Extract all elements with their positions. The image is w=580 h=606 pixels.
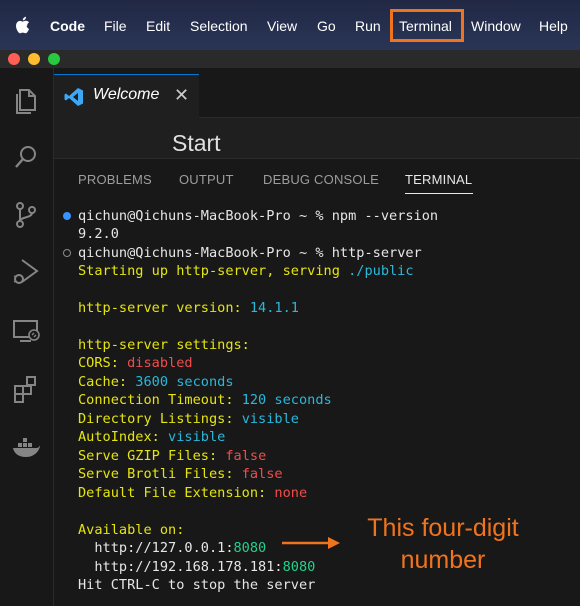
editor-tab-strip: Welcome ✕ [54,68,580,118]
extensions-icon[interactable] [9,372,43,406]
explorer-icon[interactable] [9,84,43,118]
setting-line: Directory Listings: visible [78,411,299,427]
terminal-line: http-server settings: [78,337,250,353]
annotation-text: This four-digit number [348,512,538,576]
setting-line: Serve Brotli Files: false [78,466,283,482]
tab-debug-console[interactable]: DEBUG CONSOLE [263,172,379,187]
annotation-line-1: This four-digit [367,514,519,542]
setting-line: Serve GZIP Files: false [78,448,267,464]
window-minimize-button[interactable] [28,53,40,65]
source-control-icon[interactable] [9,198,43,232]
setting-line: CORS: disabled [78,355,193,371]
menu-run[interactable]: Run [355,17,381,35]
terminal-line: qichun@Qichuns-MacBook-Pro ~ % http-serv… [78,245,422,261]
menu-window[interactable]: Window [471,17,521,35]
terminal-line: 9.2.0 [78,226,119,242]
activity-bar [0,68,54,606]
docker-icon[interactable] [9,430,43,464]
window-close-button[interactable] [8,53,20,65]
tab-label: Welcome [93,86,160,103]
port-number: 8080 [233,540,267,556]
terminal-line: Available on: [78,522,185,538]
macos-menu-bar: Code File Edit Selection View Go Run Ter… [0,0,580,50]
setting-line: Default File Extension: none [78,485,308,501]
tab-welcome[interactable]: Welcome ✕ [54,74,199,118]
terminal-line: http-server version: 14.1.1 [78,300,299,316]
run-debug-icon[interactable] [9,254,43,288]
terminal-line: Hit CTRL-C to stop the server [78,577,316,593]
annotation-arrow-icon [282,537,340,549]
menu-edit[interactable]: Edit [146,17,170,35]
terminal-menu-highlight-box [390,9,464,42]
vscode-logo-icon [64,88,83,106]
menu-selection[interactable]: Selection [190,17,248,35]
tab-problems[interactable]: PROBLEMS [78,172,152,187]
setting-line: Connection Timeout: 120 seconds [78,392,332,408]
search-icon[interactable] [9,140,43,174]
window-titlebar [0,50,580,68]
menu-go[interactable]: Go [317,17,336,35]
tab-output[interactable]: OUTPUT [179,172,234,187]
terminal-line: Starting up http-server, serving ./publi… [78,263,414,279]
command-success-decoration-icon[interactable] [63,212,71,220]
editor-area: Start [54,118,580,158]
annotation-line-2: number [400,546,486,574]
port-number: 8080 [282,559,316,575]
apple-icon[interactable] [14,16,30,34]
menu-view[interactable]: View [267,17,297,35]
menu-help[interactable]: Help [539,17,568,35]
menu-file[interactable]: File [104,17,127,35]
tab-terminal[interactable]: TERMINAL [405,172,472,187]
menu-app-name[interactable]: Code [50,17,85,35]
terminal-line: qichun@Qichuns-MacBook-Pro ~ % npm --ver… [78,208,439,224]
setting-line: Cache: 3600 seconds [78,374,234,390]
welcome-start-heading: Start [172,130,221,156]
setting-line: AutoIndex: visible [78,429,226,445]
terminal-url-line[interactable]: http://127.0.0.1:8080 [78,539,266,557]
remote-explorer-icon[interactable] [9,314,43,348]
terminal-url-line[interactable]: http://192.168.178.181:8080 [78,558,315,576]
window-maximize-button[interactable] [48,53,60,65]
tab-close-icon[interactable]: ✕ [174,85,189,106]
command-running-decoration-icon[interactable] [63,249,71,257]
active-tab-indicator [405,193,473,194]
